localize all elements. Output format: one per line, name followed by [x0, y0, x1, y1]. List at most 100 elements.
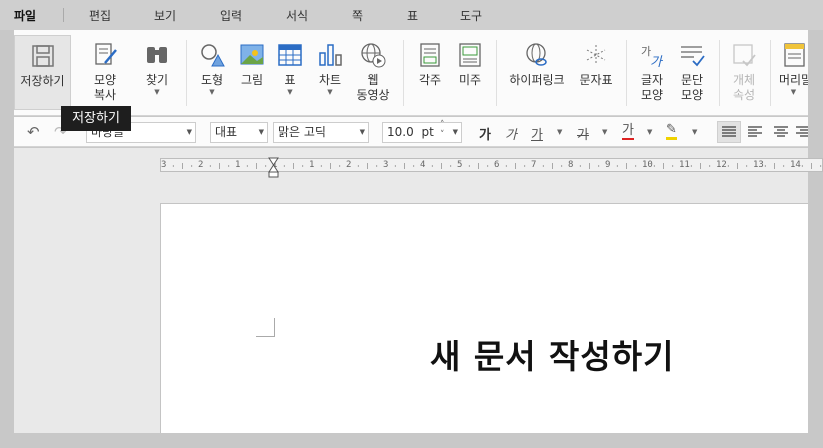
font-value: 맑은 고딕	[278, 125, 326, 139]
object-props-label-1: 개체	[732, 73, 756, 87]
ribbon-separator	[719, 40, 720, 106]
header-icon	[783, 43, 805, 67]
footnote-icon	[420, 43, 440, 67]
object-props-label-2: 속성	[732, 88, 756, 102]
picture-button[interactable]: 그림	[236, 35, 268, 110]
italic-button[interactable]: 가	[505, 124, 517, 143]
picture-icon	[240, 44, 264, 65]
table-button[interactable]: 표 ▼	[276, 35, 304, 110]
endnote-button[interactable]: 미주	[454, 35, 486, 110]
link-globe-icon	[526, 43, 547, 66]
ruler-number: 2	[346, 160, 352, 170]
asterisk-icon	[586, 45, 606, 65]
align-right-icon[interactable]	[796, 122, 808, 142]
font-select[interactable]: 맑은 고딕 ▼	[273, 122, 369, 143]
font-size-field[interactable]: 10.0 pt ˄ ˅ ▼	[382, 120, 462, 143]
ruler-number: 2	[198, 160, 204, 170]
ruler-number: 10	[642, 160, 653, 170]
chevron-down-icon[interactable]: ▼	[139, 88, 175, 96]
margin-corner-mark	[256, 318, 275, 337]
find-button[interactable]: 찾기 ▼	[139, 35, 175, 110]
save-button[interactable]: 저장하기	[14, 35, 71, 110]
ribbon-toolbar: 저장하기 모양 복사 찾기 ▼ 도형 ▼ 그림 표 ▼ 차트 ▼ 웹 동영상 각…	[14, 30, 808, 116]
web-video-button[interactable]: 웹 동영상	[354, 35, 392, 110]
menu-bar: 파일 편집 보기 입력 서식 쪽 표 도구	[0, 0, 823, 30]
table-icon	[278, 44, 302, 66]
highlight-icon[interactable]: ✎	[666, 123, 677, 140]
format-bar: ↶ ↷ 바탕글 ▼ 대표 ▼ 맑은 고딕 ▼ 10.0 pt ˄ ˅ ▼ 가 가 …	[14, 117, 808, 147]
menu-edit[interactable]: 편집	[89, 7, 111, 24]
document-title-text[interactable]: 새 문서 작성하기	[430, 330, 675, 378]
char-map-label: 문자표	[579, 73, 613, 87]
endnote-label: 미주	[458, 73, 482, 87]
ruler-number: 14	[790, 160, 801, 170]
chart-button[interactable]: 차트 ▼	[316, 35, 344, 110]
app-window: 파일 편집 보기 입력 서식 쪽 표 도구 저장하기 모양 복사 찾기 ▼ 도형…	[0, 0, 823, 448]
menu-table[interactable]: 표	[407, 7, 418, 24]
shape-icon	[201, 44, 225, 67]
find-label: 찾기	[145, 73, 169, 87]
menu-tools[interactable]: 도구	[460, 7, 482, 24]
undo-icon[interactable]: ↶	[27, 123, 40, 141]
save-tooltip: 저장하기	[61, 106, 131, 131]
ruler-number: 8	[568, 160, 574, 170]
ruler-number: 11	[679, 160, 690, 170]
para-shape-label-1: 문단	[680, 73, 704, 87]
ruler-number: 1	[235, 160, 241, 170]
footnote-button[interactable]: 각주	[414, 35, 446, 110]
align-left-icon[interactable]	[745, 122, 765, 142]
menu-separator	[63, 8, 64, 22]
bold-button[interactable]: 가	[479, 124, 491, 143]
char-shape-label-1: 글자	[640, 73, 664, 87]
chevron-down-icon[interactable]: ▼	[557, 128, 562, 136]
para-shape-label-2: 모양	[680, 88, 704, 102]
menu-format[interactable]: 서식	[286, 7, 308, 24]
ribbon-separator	[403, 40, 404, 106]
shape-label: 도형	[200, 73, 224, 87]
chevron-down-icon[interactable]: ▼	[779, 88, 808, 96]
char-shape-button[interactable]: 가 가 글자 모양	[636, 35, 668, 110]
svg-text:가: 가	[650, 55, 664, 69]
stepper-up-icon[interactable]: ˄ ˅	[440, 120, 445, 140]
language-select[interactable]: 대표 ▼	[210, 122, 268, 143]
language-value: 대표	[215, 125, 238, 139]
chevron-down-icon: ▼	[452, 128, 458, 136]
chevron-down-icon: ▼	[258, 128, 264, 136]
chevron-down-icon[interactable]: ▼	[194, 88, 230, 96]
underline-button[interactable]: 가	[531, 124, 543, 143]
format-copy-label-1: 모양	[93, 73, 117, 87]
para-shape-button[interactable]: 문단 모양	[675, 35, 709, 110]
chevron-down-icon[interactable]: ▼	[276, 88, 304, 96]
ruler-number: 3	[161, 160, 167, 170]
chevron-down-icon[interactable]: ▼	[602, 128, 607, 136]
format-copy-button[interactable]: 모양 복사	[84, 35, 126, 110]
strike-button[interactable]: 가	[577, 124, 589, 143]
binoculars-icon	[147, 47, 167, 63]
chart-label: 차트	[318, 73, 342, 87]
object-props-button[interactable]: 개체 속성	[728, 35, 760, 110]
indent-marker-icon[interactable]	[268, 157, 279, 179]
header-button[interactable]: 머리말 ▼	[779, 35, 808, 110]
ruler-number: 9	[605, 160, 611, 170]
footnote-label: 각주	[418, 73, 442, 87]
menu-file[interactable]: 파일	[14, 7, 36, 24]
chevron-down-icon[interactable]: ▼	[692, 128, 697, 136]
font-color-button[interactable]: 가	[622, 124, 634, 140]
shape-button[interactable]: 도형 ▼	[194, 35, 230, 110]
menu-insert[interactable]: 입력	[220, 7, 242, 24]
ribbon-separator	[770, 40, 771, 106]
align-center-icon[interactable]	[771, 122, 791, 142]
hyperlink-button[interactable]: 하이퍼링크	[506, 35, 568, 110]
char-map-button[interactable]: 문자표	[576, 35, 616, 110]
align-justify-button[interactable]	[717, 121, 741, 143]
save-icon	[31, 45, 54, 67]
ruler-number: 3	[383, 160, 389, 170]
horizontal-ruler[interactable]: 3 2 1 1 1 2 3 4 5 6 7 8 9 10 11 12 13 14	[160, 158, 823, 172]
chevron-down-icon[interactable]: ▼	[316, 88, 344, 96]
ruler-number: 12	[716, 160, 727, 170]
chevron-down-icon: ▼	[359, 128, 365, 136]
menu-page[interactable]: 쪽	[352, 7, 363, 24]
chevron-down-icon[interactable]: ▼	[647, 128, 652, 136]
menu-view[interactable]: 보기	[154, 7, 176, 24]
endnote-icon	[459, 43, 481, 67]
